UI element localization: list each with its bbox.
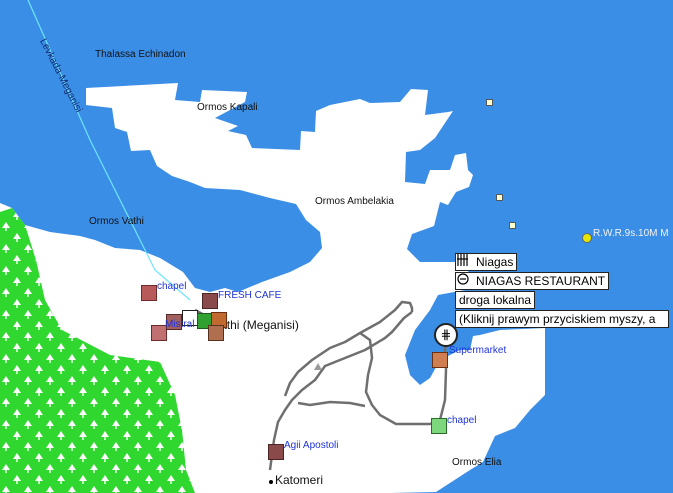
tooltip-poi-type: NIAGAS RESTAURANT: [455, 272, 610, 290]
restaurant-fork-knife-icon: [457, 254, 473, 268]
nav-buoy-marker[interactable]: [509, 222, 516, 229]
village-label-katomeri: Katomeri: [275, 473, 324, 487]
poi-label-mistral[interactable]: Mistral: [165, 319, 194, 330]
bay-label-vathi: Ormos Vathi: [89, 216, 144, 227]
tooltip-line-road: droga lokalna: [459, 293, 532, 307]
sea-label-thalassa: Thalassa Echinadon: [95, 49, 186, 60]
nav-marker-label: R.W.R.9s.10M M: [593, 228, 669, 239]
church-icon[interactable]: [431, 418, 447, 434]
nav-buoy-marker[interactable]: [486, 99, 493, 106]
tooltip-road-type: droga lokalna: [455, 291, 536, 309]
bay-label-kapali: Ormos Kapali: [197, 102, 258, 113]
light-beacon-icon[interactable]: [582, 233, 592, 243]
map-view[interactable]: Thalassa Echinadon Ormos Kapali Ormos Am…: [0, 0, 673, 493]
bay-label-elia: Ormos Elia: [452, 457, 502, 468]
nav-buoy-marker[interactable]: [496, 194, 503, 201]
poi-label-agii-apostoli[interactable]: Agii Apostoli: [284, 440, 338, 451]
tooltip-line-name: Niagas: [476, 255, 514, 269]
village-dot-icon: [269, 480, 273, 484]
supermarket-icon[interactable]: [432, 352, 448, 368]
cafe-icon[interactable]: [202, 293, 218, 309]
tooltip-line-hint: (Kliknij prawym przyciskiem myszy, a: [459, 312, 656, 326]
bar-icon[interactable]: [208, 325, 224, 341]
restaurant-category-icon: [457, 273, 473, 287]
poi-label-supermarket[interactable]: Supermarket: [449, 345, 506, 356]
poi-label-chapel-west[interactable]: chapel: [157, 281, 186, 292]
map-canvas: [0, 0, 545, 493]
tooltip-line-type: NIAGAS RESTAURANT: [476, 274, 606, 288]
bay-label-ambelakia: Ormos Ambelakia: [315, 196, 394, 207]
church-icon[interactable]: [268, 444, 284, 460]
chapel-icon[interactable]: [141, 285, 157, 301]
poi-label-chapel-east[interactable]: chapel: [447, 415, 476, 426]
tooltip-hint: (Kliknij prawym przyciskiem myszy, a: [455, 310, 669, 328]
poi-label-fresh-cafe[interactable]: FRESH CAFE: [218, 290, 281, 301]
tooltip-poi-name: Niagas: [455, 253, 518, 271]
